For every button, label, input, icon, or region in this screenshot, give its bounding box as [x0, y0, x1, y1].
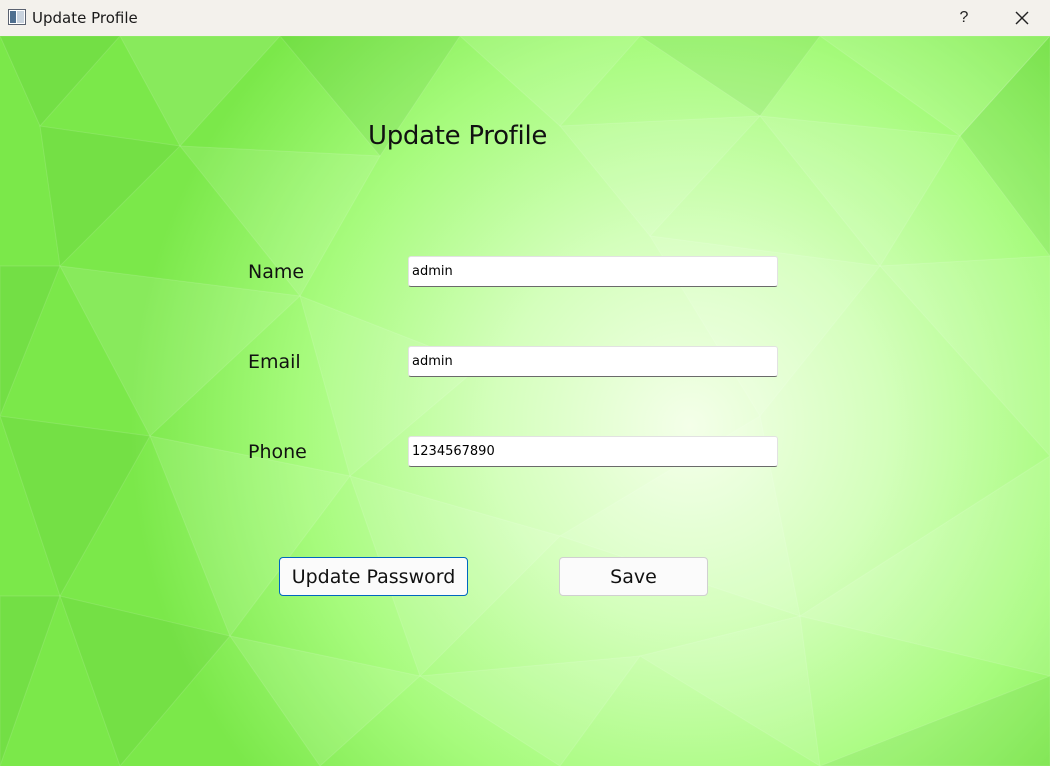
phone-label: Phone [248, 441, 307, 463]
dialog-client-area: Update Profile Name Email Phone Update P… [0, 36, 1050, 766]
close-button[interactable] [1002, 4, 1042, 32]
name-input[interactable] [408, 256, 778, 287]
update-password-button[interactable]: Update Password [279, 557, 468, 596]
email-input[interactable] [408, 346, 778, 377]
close-icon [1015, 11, 1029, 25]
email-label: Email [248, 351, 301, 373]
window-title: Update Profile [32, 9, 138, 27]
app-window-icon [8, 9, 26, 25]
save-button[interactable]: Save [559, 557, 708, 596]
name-label: Name [248, 261, 305, 283]
phone-input[interactable] [408, 436, 778, 467]
help-button[interactable]: ? [946, 4, 982, 32]
title-bar: Update Profile ? [0, 0, 1050, 36]
page-title: Update Profile [368, 121, 548, 151]
